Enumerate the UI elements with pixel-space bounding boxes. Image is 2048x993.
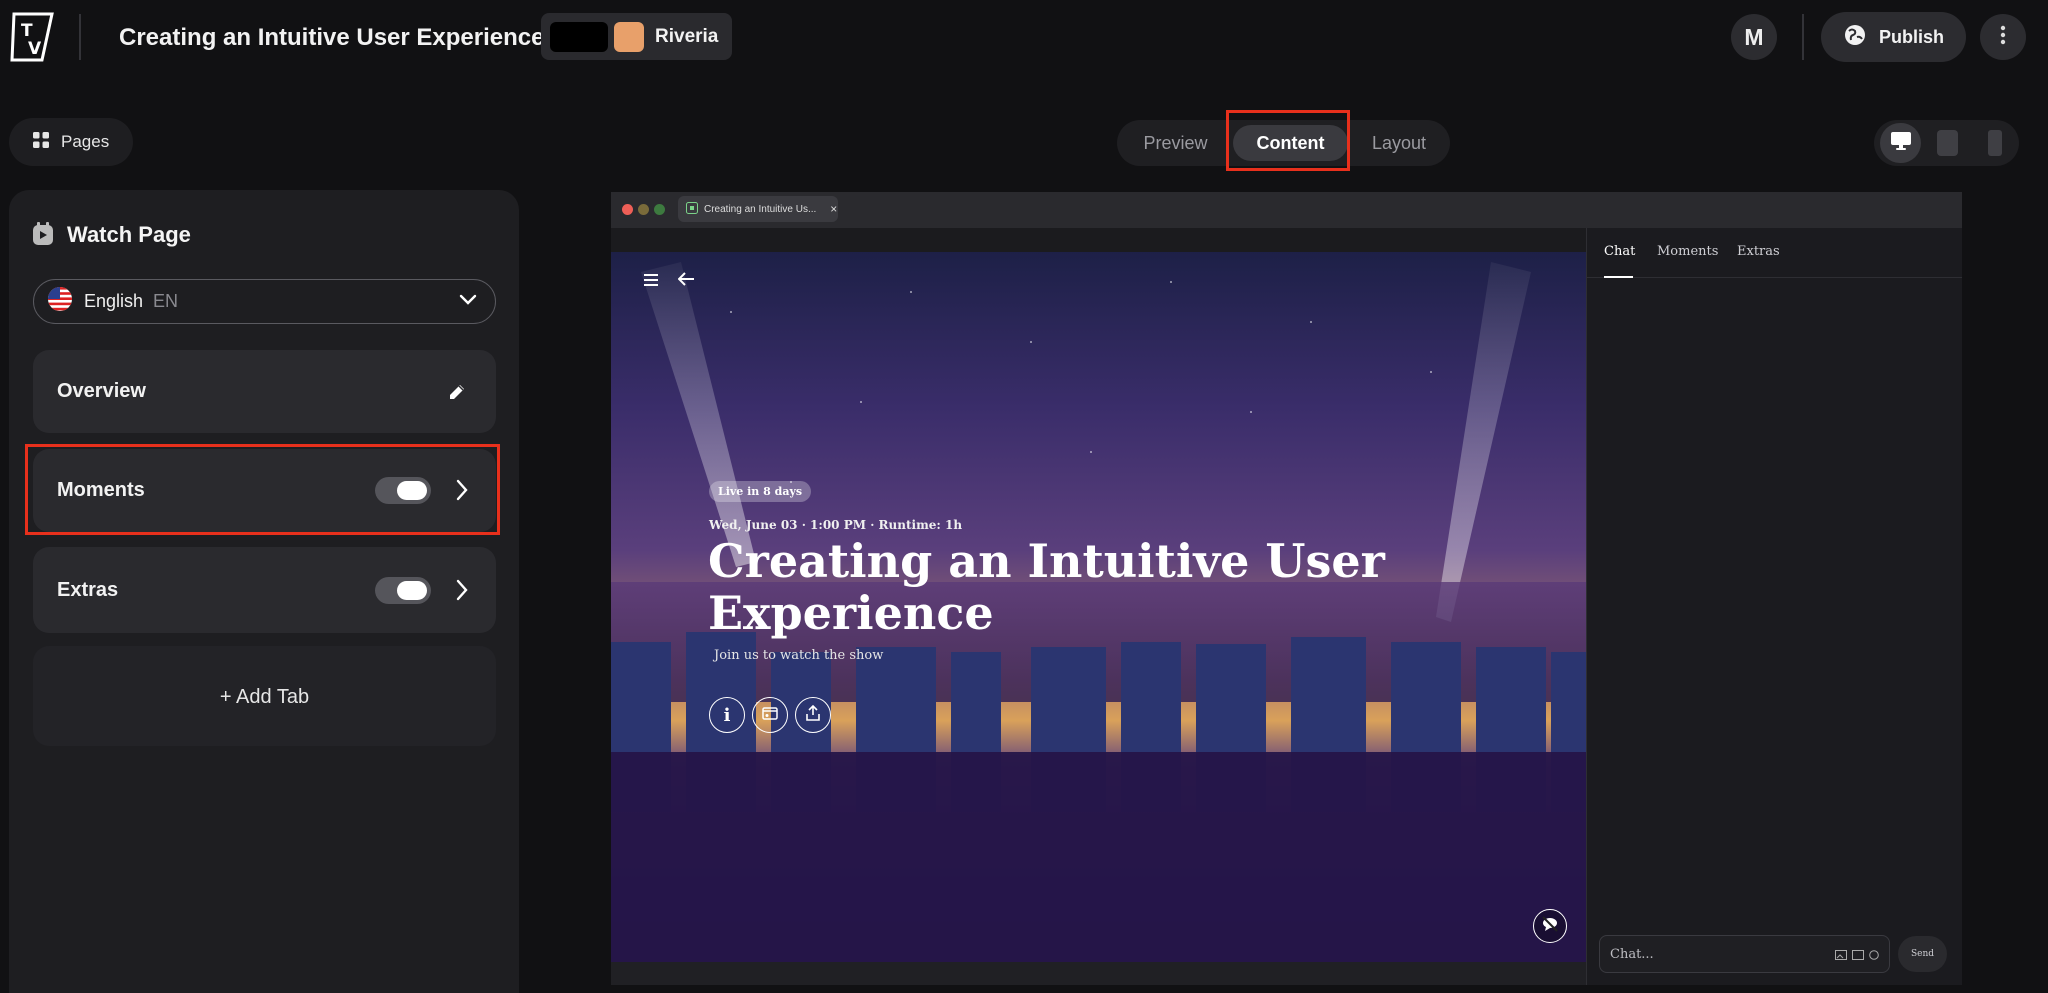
browser-tab-title: Creating an Intuitive Us... xyxy=(704,203,817,215)
info-icon: i xyxy=(723,704,731,726)
mobile-view-button[interactable] xyxy=(1988,130,2002,156)
pencil-icon[interactable] xyxy=(447,382,467,407)
tv-logo[interactable]: T V xyxy=(8,12,56,62)
emoji-icon[interactable] xyxy=(1869,949,1879,964)
avatar[interactable]: M xyxy=(1731,14,1777,60)
header-divider xyxy=(1802,14,1804,60)
chat-tab-extras[interactable]: Extras xyxy=(1737,244,1780,259)
chat-tabs-divider xyxy=(1587,277,1962,278)
hide-chat-button[interactable] xyxy=(1533,909,1567,943)
extras-toggle[interactable] xyxy=(375,577,431,604)
theme-swatch-accent xyxy=(614,22,644,52)
chat-tab-moments[interactable]: Moments xyxy=(1657,244,1718,259)
page-title: Creating an Intuitive User Experience xyxy=(119,24,545,51)
live-countdown-badge: Live in 8 days xyxy=(709,481,812,502)
theme-swatch-primary xyxy=(550,22,608,52)
us-flag-icon xyxy=(48,287,72,316)
theme-name: Riveria xyxy=(655,26,719,47)
svg-text:T: T xyxy=(21,21,33,41)
tab-card-extras[interactable]: Extras xyxy=(33,547,496,633)
pages-label: Pages xyxy=(61,132,110,151)
calendar-button[interactable] xyxy=(752,697,788,733)
close-dot xyxy=(622,204,633,215)
watch-page-icon xyxy=(32,222,54,246)
svg-text:V: V xyxy=(28,39,42,59)
gif-icon[interactable] xyxy=(1852,949,1864,964)
chat-placeholder: Chat... xyxy=(1610,946,1654,962)
chat-input-tools xyxy=(1835,949,1879,964)
event-title: Creating an Intuitive User Experience xyxy=(708,534,1385,640)
image-icon[interactable] xyxy=(1835,949,1847,964)
kebab-icon xyxy=(2000,25,2006,50)
header-divider xyxy=(79,14,81,60)
add-tab-button[interactable]: + Add Tab xyxy=(33,646,496,746)
tablet-view-button[interactable] xyxy=(1937,130,1958,156)
desktop-view-button[interactable] xyxy=(1880,123,1921,163)
event-subtitle: Join us to watch the show xyxy=(714,648,884,663)
chevron-right-icon[interactable] xyxy=(455,579,469,606)
grid-icon xyxy=(33,131,49,153)
preview-footer xyxy=(611,962,1586,985)
language-select[interactable]: English EN xyxy=(33,279,496,324)
pages-button[interactable]: Pages xyxy=(9,118,133,166)
browser-tab[interactable]: Creating an Intuitive Us... × xyxy=(678,196,838,222)
chat-tab-chat[interactable]: Chat xyxy=(1604,244,1635,259)
close-icon[interactable]: × xyxy=(830,202,837,216)
more-options-button[interactable] xyxy=(1980,14,2026,60)
tab-card-label: Extras xyxy=(57,579,119,601)
tab-layout[interactable]: Layout xyxy=(1348,120,1450,166)
chat-input[interactable]: Chat... xyxy=(1599,935,1890,973)
share-button[interactable] xyxy=(795,697,831,733)
tab-card-label: Overview xyxy=(57,380,146,402)
language-name: English xyxy=(84,291,144,311)
globe-icon xyxy=(1843,23,1867,52)
share-icon xyxy=(806,704,820,726)
publish-label: Publish xyxy=(1879,26,1945,47)
watch-page-title: Watch Page xyxy=(67,222,191,247)
calendar-icon xyxy=(762,706,778,725)
tab-card-overview[interactable]: Overview xyxy=(33,350,496,433)
menu-icon[interactable] xyxy=(644,273,660,291)
tab-preview[interactable]: Preview xyxy=(1117,120,1234,166)
info-button[interactable]: i xyxy=(709,697,745,733)
send-button[interactable]: Send xyxy=(1898,936,1947,972)
event-meta: Wed, June 03 · 1:00 PM · Runtime: 1h xyxy=(709,518,963,532)
favicon-icon xyxy=(686,201,698,217)
back-arrow-icon[interactable] xyxy=(677,272,696,291)
content-tab-highlight xyxy=(1226,110,1350,171)
chat-off-icon xyxy=(1541,915,1559,937)
language-code: EN xyxy=(153,291,179,311)
active-tab-indicator xyxy=(1604,276,1633,278)
maximize-dot xyxy=(654,204,665,215)
chevron-down-icon xyxy=(459,293,477,311)
moments-card-highlight xyxy=(25,444,500,535)
monitor-icon xyxy=(1890,131,1912,156)
minimize-dot xyxy=(638,204,649,215)
add-tab-label: + Add Tab xyxy=(219,686,310,708)
chat-panel xyxy=(1586,228,1962,985)
publish-button[interactable]: Publish xyxy=(1821,12,1966,62)
